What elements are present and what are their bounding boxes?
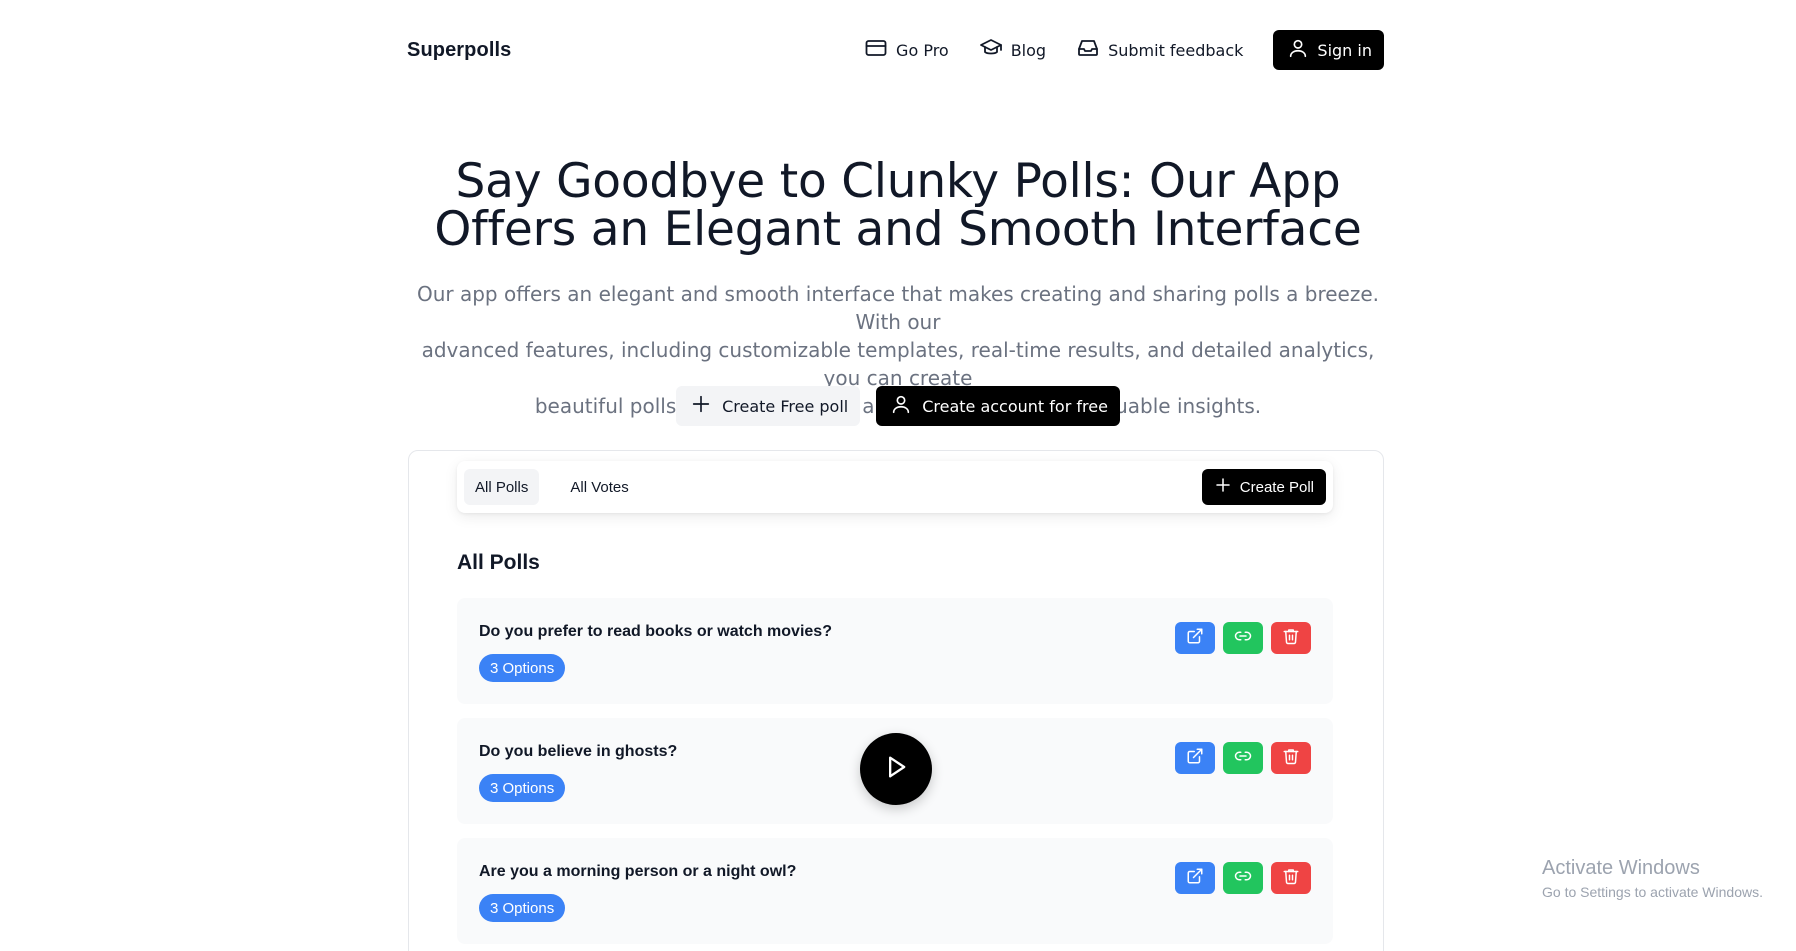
graduation-cap-icon (979, 36, 1003, 64)
top-nav: Go Pro Blog Submit feedback Sign in (864, 30, 1384, 70)
external-link-icon (1186, 747, 1204, 769)
poll-actions (1175, 862, 1311, 894)
nav-go-pro[interactable]: Go Pro (864, 36, 949, 64)
sign-in-label: Sign in (1317, 40, 1372, 60)
open-poll-button[interactable] (1175, 862, 1215, 894)
poll-tab-bar: All Polls All Votes Create Poll (457, 461, 1333, 513)
tab-all-votes[interactable]: All Votes (559, 469, 639, 505)
play-icon (882, 753, 910, 785)
link-icon (1234, 867, 1252, 889)
options-badge: 3 Options (479, 654, 566, 682)
windows-activation-watermark: Activate Windows Go to Settings to activ… (1542, 856, 1763, 902)
hero-title-line-1: Say Goodbye to Clunky Polls: Our App (455, 154, 1341, 209)
nav-go-pro-label: Go Pro (896, 40, 949, 60)
hero-actions: Create Free poll Create account for free (0, 386, 1796, 426)
site-header: Superpolls Go Pro Blog Submit feedback S… (407, 30, 1384, 70)
create-account-label: Create account for free (922, 396, 1108, 416)
open-poll-button[interactable] (1175, 742, 1215, 774)
poll-question: Are you a morning person or a night owl? (479, 863, 797, 880)
create-poll-label: Create Poll (1239, 478, 1314, 496)
create-account-button[interactable]: Create account for free (876, 386, 1120, 426)
hero-subtitle-line-1: Our app offers an elegant and smooth int… (416, 282, 1380, 334)
hero-subtitle-line-2: advanced features, including customizabl… (421, 338, 1375, 390)
hero-title-line-2: Offers an Elegant and Smooth Interface (434, 202, 1362, 257)
poll-question: Do you prefer to read books or watch mov… (479, 623, 832, 640)
nav-submit-feedback-label: Submit feedback (1108, 40, 1244, 60)
nav-submit-feedback[interactable]: Submit feedback (1076, 36, 1243, 64)
delete-poll-button[interactable] (1271, 742, 1311, 774)
plus-icon (1214, 476, 1232, 498)
section-title: All Polls (457, 551, 540, 574)
watermark-title: Activate Windows (1542, 857, 1700, 879)
play-video-button[interactable] (860, 733, 932, 805)
nav-blog[interactable]: Blog (979, 36, 1046, 64)
credit-card-icon (864, 36, 888, 64)
open-poll-button[interactable] (1175, 622, 1215, 654)
copy-link-button[interactable] (1223, 742, 1263, 774)
poll-actions (1175, 742, 1311, 774)
nav-blog-label: Blog (1010, 40, 1047, 60)
poll-card: Are you a morning person or a night owl?… (457, 838, 1333, 944)
hero-title: Say Goodbye to Clunky Polls: Our App Off… (400, 158, 1396, 254)
brand-logo[interactable]: Superpolls (407, 39, 511, 62)
create-poll-button[interactable]: Create Poll (1201, 469, 1326, 505)
demo-panel: All Polls All Votes Create Poll All Poll… (408, 450, 1384, 951)
tab-all-polls[interactable]: All Polls (464, 469, 540, 505)
poll-question: Do you believe in ghosts? (479, 743, 678, 760)
options-badge: 3 Options (479, 894, 566, 922)
poll-card: Do you prefer to read books or watch mov… (457, 598, 1333, 704)
external-link-icon (1186, 627, 1204, 649)
poll-actions (1175, 622, 1311, 654)
watermark-subtitle: Go to Settings to activate Windows. (1542, 884, 1763, 900)
options-badge: 3 Options (479, 774, 566, 802)
trash-icon (1282, 627, 1300, 649)
plus-icon (690, 393, 712, 419)
inbox-icon (1076, 36, 1100, 64)
user-icon (1287, 37, 1309, 63)
copy-link-button[interactable] (1223, 622, 1263, 654)
trash-icon (1282, 747, 1300, 769)
copy-link-button[interactable] (1223, 862, 1263, 894)
trash-icon (1282, 867, 1300, 889)
create-free-poll-label: Create Free poll (722, 396, 849, 416)
user-icon (890, 393, 912, 419)
delete-poll-button[interactable] (1271, 622, 1311, 654)
link-icon (1234, 747, 1252, 769)
link-icon (1234, 627, 1252, 649)
external-link-icon (1186, 867, 1204, 889)
sign-in-button[interactable]: Sign in (1273, 30, 1384, 70)
delete-poll-button[interactable] (1271, 862, 1311, 894)
create-free-poll-button[interactable]: Create Free poll (676, 386, 861, 426)
